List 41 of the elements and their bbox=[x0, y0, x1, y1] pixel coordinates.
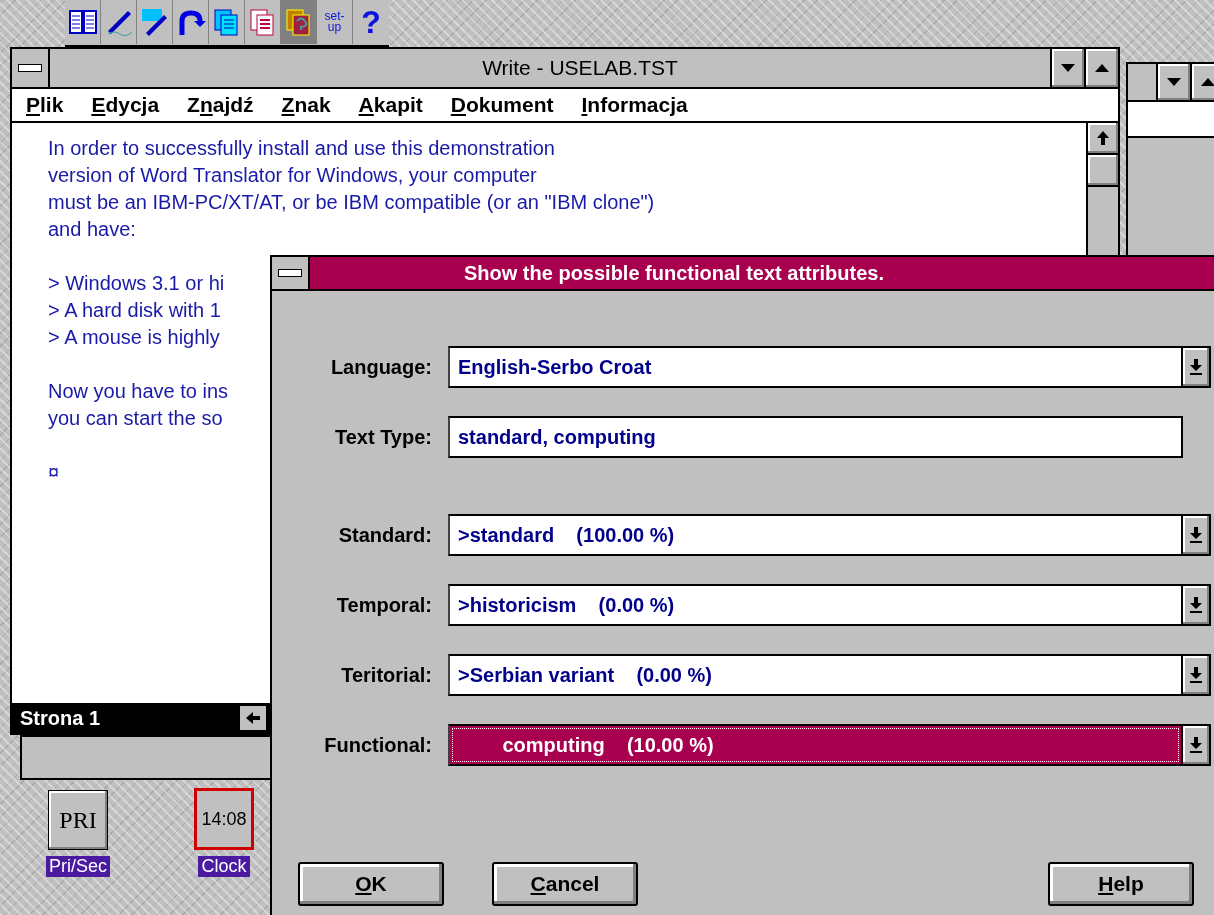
icon-label[interactable]: Clock bbox=[198, 856, 250, 877]
page-status: Strona 1 bbox=[19, 706, 102, 730]
dropdown-field[interactable]: >historicism (0.00 %) bbox=[448, 584, 1183, 626]
dialog-button[interactable]: Help bbox=[1048, 862, 1194, 906]
menu-item[interactable]: Dokument bbox=[450, 93, 554, 117]
dialog-button[interactable]: OK bbox=[298, 862, 444, 906]
document-text-line: Now you have to ins bbox=[48, 379, 229, 404]
menu-item[interactable]: Plik bbox=[26, 93, 64, 117]
dropdown-field[interactable]: English-Serbo Croat bbox=[448, 346, 1183, 388]
document-text-line: must be an IBM-PC/XT/AT, or be IBM compatible (or an "IBM clone") bbox=[48, 190, 655, 215]
menu-item[interactable]: Informacja bbox=[581, 93, 688, 117]
menu-item[interactable]: Znajdź bbox=[187, 93, 254, 117]
dropdown-field[interactable]: >standard (100.00 %) bbox=[448, 514, 1183, 556]
menu-item[interactable]: Akapit bbox=[358, 93, 423, 117]
dropdown-field[interactable]: >Serbian variant (0.00 %) bbox=[448, 654, 1183, 696]
document-text-line: version of Word Translator for Windows, your computer bbox=[48, 163, 537, 188]
document-text-line: In order to successfully install and use this demonstration bbox=[48, 136, 555, 161]
document-text-line: > A hard disk with 1 bbox=[48, 298, 221, 323]
document-text-line: > A mouse is highly bbox=[48, 325, 220, 350]
field-label: Teritorial: bbox=[340, 663, 433, 687]
document-text-line: ¤ bbox=[48, 460, 60, 485]
field-label: Language: bbox=[329, 355, 433, 379]
field-label: Functional: bbox=[323, 733, 433, 757]
dropdown-field[interactable]: computing (10.00 %) bbox=[448, 724, 1183, 766]
field-label: Standard: bbox=[337, 523, 433, 547]
icon-label[interactable]: Pri/Sec bbox=[46, 856, 111, 877]
help-button[interactable]: ? bbox=[353, 0, 389, 44]
dialog-button[interactable]: Cancel bbox=[492, 862, 638, 906]
menu-item[interactable]: Znak bbox=[281, 93, 331, 117]
dialog-title: Show the possible functional text attributes. bbox=[310, 257, 1214, 289]
program-icon[interactable]: PRI bbox=[48, 790, 108, 850]
clock-icon[interactable]: 14:08 bbox=[194, 788, 254, 850]
field-label: Temporal: bbox=[335, 593, 433, 617]
document-text-line: and have: bbox=[48, 217, 136, 242]
window-title: Write - USELAB.TST bbox=[481, 56, 679, 80]
field-label: Text Type: bbox=[333, 425, 433, 449]
document-text-line: > Windows 3.1 or hi bbox=[48, 271, 225, 296]
input-field[interactable]: standard, computing bbox=[448, 416, 1183, 458]
menu-item[interactable]: Edycja bbox=[91, 93, 160, 117]
document-text-line: you can start the so bbox=[48, 406, 223, 431]
setup-button[interactable]: set- up bbox=[317, 0, 353, 44]
